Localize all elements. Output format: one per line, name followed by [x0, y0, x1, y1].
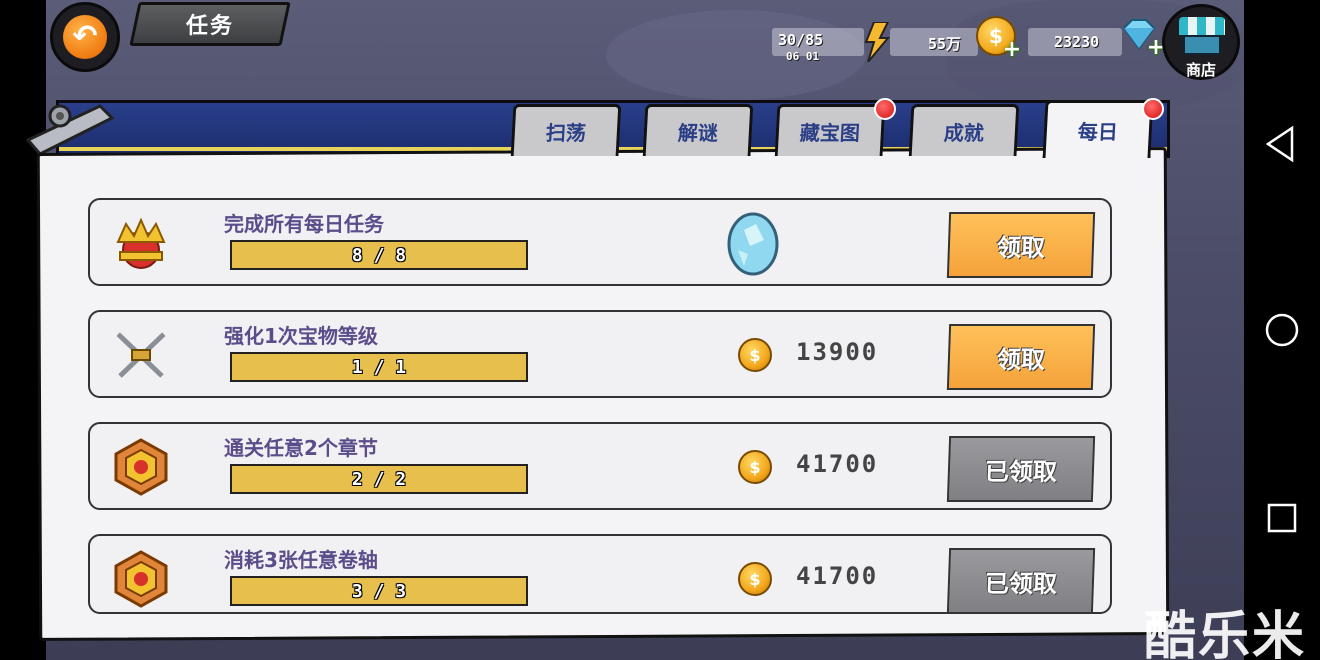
reward-amount: 41700 [796, 562, 879, 590]
quest-row: 通关任意2个章节 2 / 2 $ 41700 已领取 [88, 422, 1112, 510]
coin-icon: $ [738, 338, 772, 372]
claimed-button[interactable]: 已领取 [946, 436, 1096, 502]
notification-badge [874, 98, 896, 120]
tab-label: 每日 [1077, 120, 1119, 144]
quest-progress-bar: 2 / 2 [230, 464, 528, 494]
crown-icon [116, 217, 166, 269]
gem-value: 23230 [1054, 33, 1100, 51]
shop-icon [1183, 35, 1221, 55]
recents-square-icon[interactable] [1262, 498, 1302, 538]
reward-amount: 13900 [796, 338, 879, 366]
gold-value: 55万 [928, 35, 962, 53]
quest-name: 完成所有每日任务 [224, 212, 384, 236]
tab-puzzle[interactable]: 解谜 [642, 104, 754, 156]
clipboard-clip-icon [25, 104, 115, 156]
quest-row: 消耗3张任意卷轴 3 / 3 $ 41700 已领取 [88, 534, 1112, 614]
back-arrow-icon: ↶ [63, 15, 107, 59]
medal-icon [114, 550, 168, 608]
page-title: 任务 [185, 14, 234, 39]
android-nav-bar [1244, 0, 1320, 660]
quest-progress: 3 / 3 [351, 580, 407, 602]
quest-row: 强化1次宝物等级 1 / 1 $ 13900 领取 [88, 310, 1112, 398]
quest-progress-bar: 3 / 3 [230, 576, 528, 606]
tab-treasure-map[interactable]: 藏宝图 [774, 104, 886, 156]
quest-progress-bar: 8 / 8 [230, 240, 528, 270]
tab-daily[interactable]: 每日 [1042, 100, 1154, 158]
back-button[interactable]: ↶ [50, 2, 120, 72]
bottom-background [92, 640, 1244, 660]
lightning-icon [864, 22, 890, 62]
back-triangle-icon[interactable] [1262, 124, 1302, 164]
notification-badge [1142, 98, 1164, 120]
plus-icon: + [1002, 37, 1022, 62]
coin-icon: $ [738, 450, 772, 484]
medal-icon [114, 438, 168, 496]
tab-sweep[interactable]: 扫荡 [510, 104, 622, 156]
claimed-button[interactable]: 已领取 [946, 548, 1096, 614]
dragon-egg-icon [727, 212, 779, 276]
claim-button[interactable]: 领取 [946, 324, 1096, 390]
quest-progress: 1 / 1 [351, 356, 407, 378]
tab-achievements[interactable]: 成就 [908, 104, 1020, 156]
reward-amount: 41700 [796, 450, 879, 478]
energy-value: 30/85 [778, 31, 824, 49]
quest-name: 消耗3张任意卷轴 [224, 548, 378, 572]
add-gold-button[interactable]: $ + [976, 16, 1021, 61]
quest-progress: 8 / 8 [351, 244, 407, 266]
quest-row: 完成所有每日任务 8 / 8 领取 [88, 198, 1112, 286]
add-gem-button[interactable]: + [1120, 18, 1165, 59]
energy-timer: 06 01 [786, 50, 820, 63]
quest-name: 强化1次宝物等级 [224, 324, 378, 348]
tab-label: 解谜 [677, 121, 719, 145]
tab-label: 藏宝图 [799, 121, 861, 145]
shop-awning-icon [1179, 17, 1225, 35]
quest-name: 通关任意2个章节 [224, 436, 378, 460]
tab-label: 成就 [943, 121, 985, 145]
claim-button[interactable]: 领取 [946, 212, 1096, 278]
quest-progress: 2 / 2 [351, 468, 407, 490]
shop-button[interactable]: 商店 [1162, 4, 1240, 80]
coin-icon: $ [738, 562, 772, 596]
watermark-logo: 酷乐米 [1144, 607, 1307, 660]
home-circle-icon[interactable] [1262, 310, 1302, 350]
tab-label: 扫荡 [545, 121, 587, 145]
quest-progress-bar: 1 / 1 [230, 352, 528, 382]
crossed-swords-icon [116, 332, 166, 378]
shop-label: 商店 [1185, 61, 1216, 79]
